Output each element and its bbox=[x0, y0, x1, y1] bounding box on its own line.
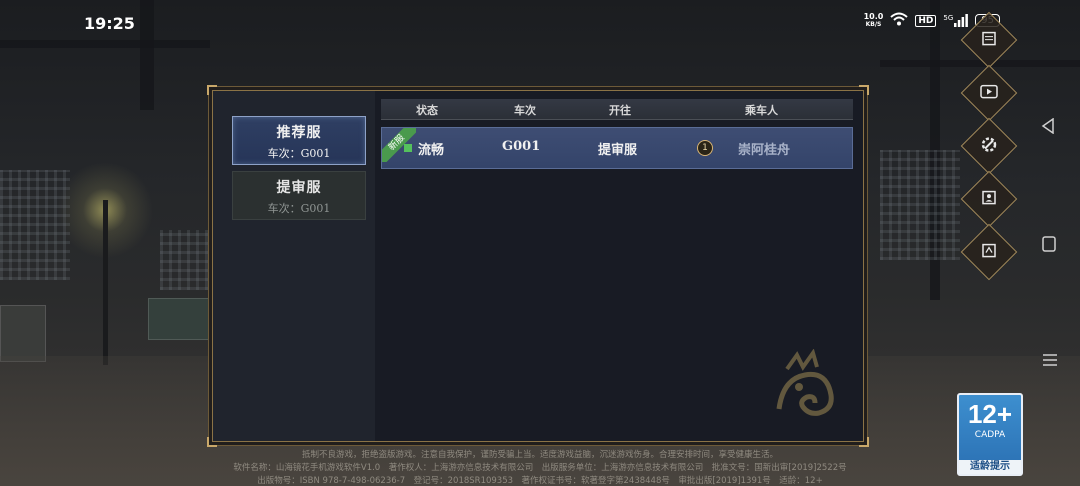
character-name: 崇阿桂舟 bbox=[738, 143, 791, 158]
network-speed-value: 10.0 bbox=[863, 11, 884, 21]
server-list: 状态 车次 开往 乘车人 新服 流畅 G001 提审服 1 崇阿桂舟 bbox=[379, 97, 855, 433]
tab-title: 推荐服 bbox=[276, 125, 322, 141]
server-select-panel: 推荐服 车次：G001 提审服 车次：G001 状态 车次 开往 乘车人 新服 … bbox=[207, 85, 869, 447]
legal-notice-line3: 出版物号：ISBN 978-7-498-06236-7 登记号：2018SR10… bbox=[257, 476, 823, 486]
play-video-icon bbox=[976, 79, 1002, 105]
signal-label: 5G bbox=[943, 14, 954, 22]
game-emblem-icon bbox=[776, 349, 834, 416]
signal-icon: 5G bbox=[943, 14, 969, 27]
tab-review-server[interactable]: 提审服 车次：G001 bbox=[232, 171, 366, 220]
status-indicator bbox=[404, 144, 412, 152]
server-group-sidebar: 推荐服 车次：G001 提审服 车次：G001 bbox=[213, 91, 375, 441]
tab-subtitle: 车次：G001 bbox=[267, 202, 331, 215]
age-notice-icon bbox=[976, 238, 1002, 264]
header-destination: 开往 bbox=[609, 104, 631, 117]
tab-recommended-server[interactable]: 推荐服 车次：G001 bbox=[232, 116, 366, 165]
tab-subtitle: 车次：G001 bbox=[267, 147, 331, 160]
bg-beam bbox=[880, 60, 1080, 67]
header-train: 车次 bbox=[514, 104, 536, 117]
server-train-number: G001 bbox=[502, 139, 541, 154]
server-status: 流畅 bbox=[418, 143, 445, 158]
nav-menu-icon[interactable] bbox=[1042, 352, 1058, 373]
bg-chair bbox=[0, 305, 46, 362]
legal-notice-line2: 软件名称：山海镜花手机游戏软件V1.0 著作权人：上海游亦信息技术有限公司 出版… bbox=[233, 463, 847, 473]
age-rating-number: 12+ bbox=[967, 399, 1013, 429]
repair-tool-icon bbox=[976, 132, 1002, 158]
age-rating-org: CADPA bbox=[974, 430, 1006, 440]
server-list-header: 状态 车次 开往 乘车人 bbox=[381, 99, 853, 120]
notice-icon bbox=[976, 26, 1002, 52]
network-speed-unit: KB/S bbox=[865, 20, 882, 28]
bg-bench bbox=[148, 298, 210, 340]
nav-home-icon[interactable] bbox=[1042, 236, 1056, 257]
bg-window bbox=[160, 230, 210, 290]
panel-corner bbox=[859, 437, 869, 447]
bg-window bbox=[880, 150, 960, 260]
tab-title: 提审服 bbox=[276, 180, 322, 196]
legal-notice-line1: 抵制不良游戏，拒绝盗版游戏。注意自我保护，谨防受骗上当。适度游戏益脑，沉迷游戏伤… bbox=[301, 450, 778, 460]
panel-corner bbox=[859, 85, 869, 95]
user-card-icon bbox=[976, 185, 1002, 211]
network-speed: 10.0 KB/S bbox=[863, 11, 884, 29]
lamp-post bbox=[103, 200, 108, 365]
character-rank-badge: 1 bbox=[697, 140, 713, 156]
bg-window bbox=[0, 170, 70, 280]
wifi-icon bbox=[890, 12, 909, 29]
nav-back-icon[interactable] bbox=[1041, 117, 1055, 139]
hd-badge: HD bbox=[915, 14, 937, 27]
server-row[interactable]: 新服 流畅 G001 提审服 1 崇阿桂舟 bbox=[381, 127, 853, 169]
status-bar: 19:25 10.0 KB/S HD 5G 95 bbox=[0, 0, 1080, 44]
server-destination: 提审服 bbox=[598, 143, 638, 158]
header-passenger: 乘车人 bbox=[745, 104, 778, 117]
header-status: 状态 bbox=[416, 104, 438, 117]
clock: 19:25 bbox=[84, 14, 135, 33]
